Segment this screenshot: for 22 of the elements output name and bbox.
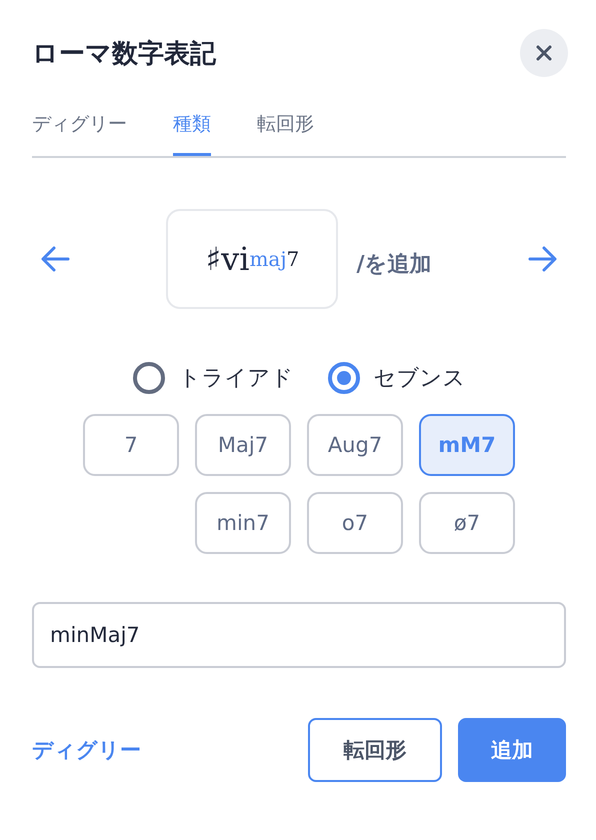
add-button[interactable]: 追加 bbox=[458, 718, 566, 782]
quality-button[interactable]: Maj7 bbox=[195, 414, 291, 476]
quality-button[interactable]: min7 bbox=[195, 492, 291, 554]
quality-button[interactable]: 7 bbox=[83, 414, 179, 476]
quality-button[interactable]: mM7 bbox=[419, 414, 515, 476]
tab[interactable]: 転回形 bbox=[257, 108, 314, 156]
radio-icon[interactable] bbox=[328, 362, 360, 394]
inversion-button[interactable]: 転回形 bbox=[308, 718, 442, 782]
dialog-title: ローマ数字表記 bbox=[32, 38, 216, 70]
quality-button[interactable]: Aug7 bbox=[307, 414, 403, 476]
close-button[interactable] bbox=[520, 29, 568, 77]
name-field[interactable]: minMaj7 bbox=[32, 602, 566, 668]
quality-button[interactable]: o7 bbox=[307, 492, 403, 554]
suffix-label: /を追加 bbox=[356, 251, 432, 279]
quality-button[interactable]: ø7 bbox=[419, 492, 515, 554]
tab[interactable]: ディグリー bbox=[32, 108, 127, 156]
close-icon bbox=[535, 44, 553, 62]
radio-option[interactable]: セブンス bbox=[328, 362, 466, 394]
radio-option[interactable]: トライアド bbox=[132, 362, 294, 394]
degree-link[interactable]: ディグリー bbox=[32, 736, 141, 764]
radio-icon[interactable] bbox=[132, 362, 164, 394]
tab[interactable]: 種類 bbox=[173, 108, 211, 156]
